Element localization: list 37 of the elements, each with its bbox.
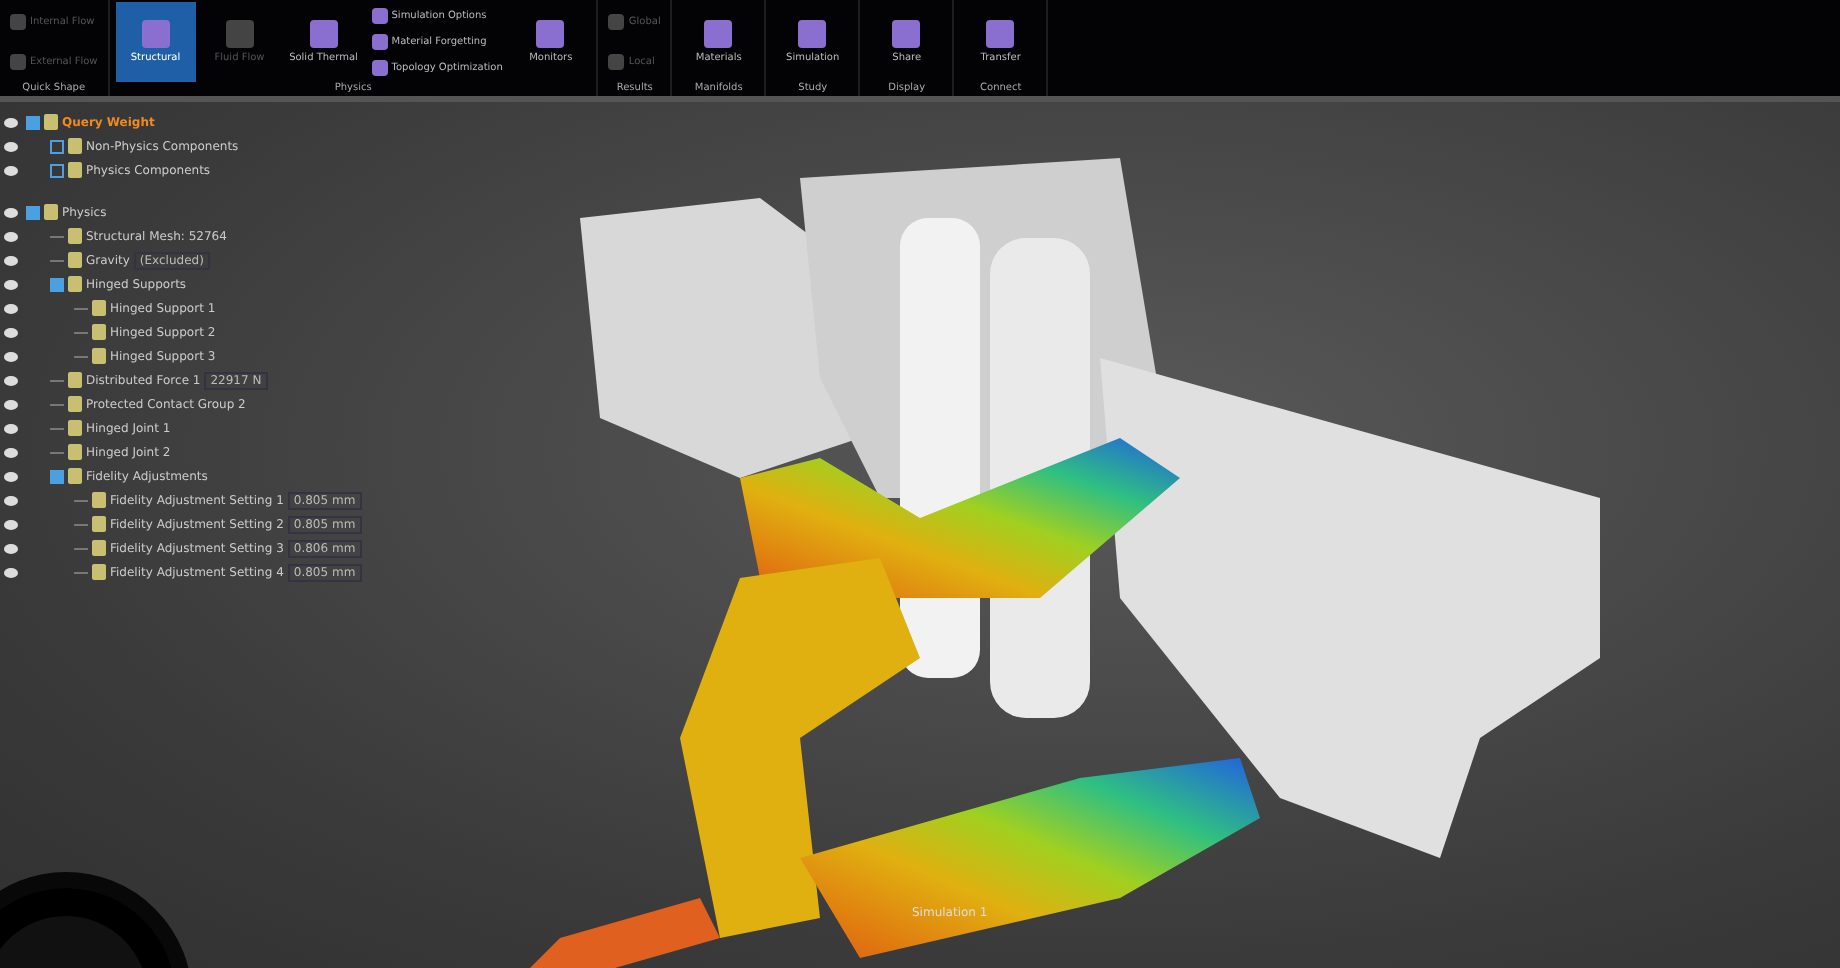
node-icon (68, 444, 82, 460)
tool-icon (608, 14, 625, 30)
tool-icon (892, 20, 921, 48)
tool-icon (536, 20, 565, 48)
node-icon (92, 492, 106, 508)
tool-icon (986, 20, 1015, 48)
node-icon (92, 324, 106, 340)
tool-icon (141, 20, 170, 48)
tool-icon (309, 20, 338, 48)
node-icon (92, 540, 106, 556)
node-icon (92, 516, 106, 532)
node-icon (68, 468, 82, 484)
node-icon (68, 420, 82, 436)
node-icon (44, 204, 58, 220)
tool-icon (10, 54, 26, 70)
node-icon (68, 276, 82, 292)
tool-icon (10, 14, 26, 30)
node-icon (92, 348, 106, 364)
node-icon (92, 300, 106, 316)
collapse-icon[interactable] (50, 277, 64, 291)
collapse-icon[interactable] (26, 115, 40, 129)
node-icon (68, 138, 82, 154)
node-icon (68, 162, 82, 178)
node-icon (68, 228, 82, 244)
collapse-icon[interactable] (50, 469, 64, 483)
tool-icon (704, 20, 733, 48)
node-icon (68, 396, 82, 412)
collapse-icon[interactable] (26, 205, 40, 219)
expand-icon[interactable] (50, 139, 64, 153)
tool-icon (798, 20, 827, 48)
node-icon (92, 564, 106, 580)
tool-icon (608, 54, 625, 70)
tool-icon (225, 20, 254, 48)
node-icon (68, 372, 82, 388)
node-icon (44, 114, 58, 130)
node-icon (68, 252, 82, 268)
expand-icon[interactable] (50, 163, 64, 177)
